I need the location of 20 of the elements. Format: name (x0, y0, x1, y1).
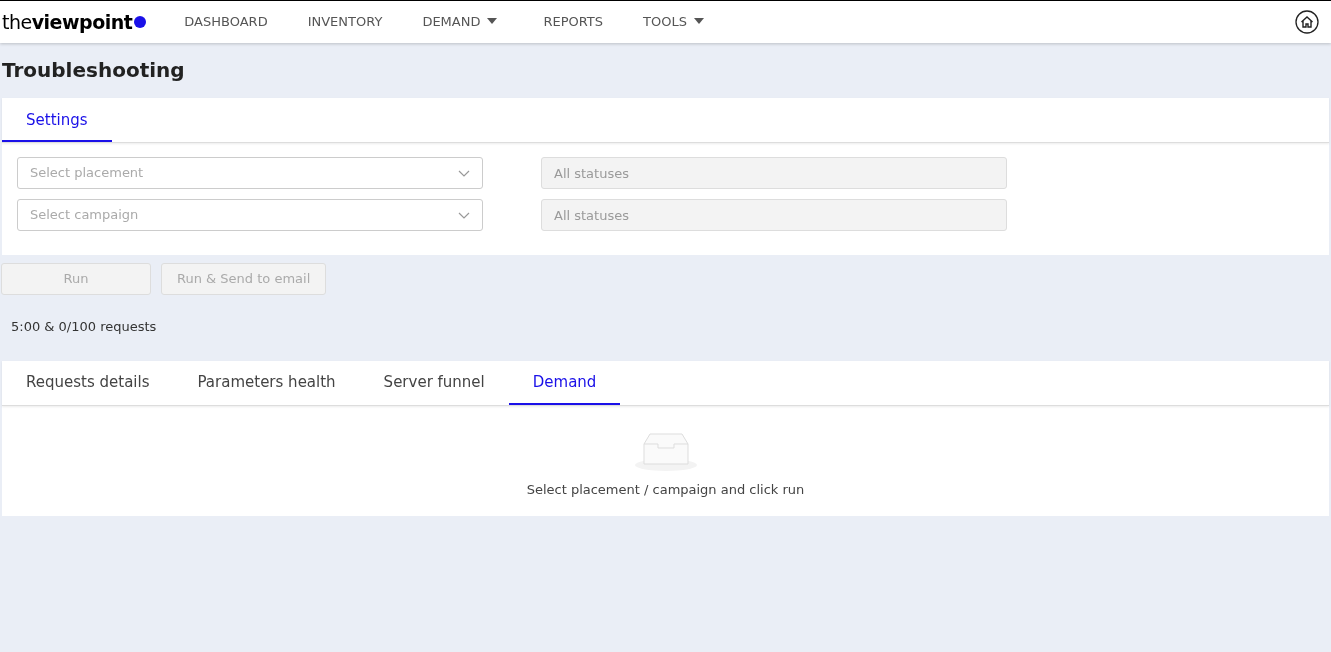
tab[interactable]: Parameters health (173, 371, 360, 405)
nav-link[interactable]: TOOLS (643, 12, 704, 32)
nav-link[interactable]: REPORTS (543, 12, 604, 32)
request-quota: 5:00 & 0/100 requests (11, 318, 157, 336)
tab[interactable]: Settings (2, 108, 112, 142)
home-icon[interactable] (1295, 10, 1319, 34)
nav-link[interactable]: INVENTORY (307, 12, 383, 32)
tab[interactable]: Server funnel (359, 371, 509, 405)
empty-message: Select placement / campaign and click run (526, 480, 805, 499)
caret-icon (487, 18, 498, 25)
nav-link[interactable]: DEMAND (422, 12, 498, 32)
caret-icon (693, 18, 704, 25)
logo: theviewpoint (2, 9, 133, 35)
chevron-down-icon (458, 169, 470, 177)
tab[interactable]: Requests details (2, 371, 174, 405)
nav-link[interactable]: DASHBOARD (184, 12, 268, 32)
logo-dot-icon (134, 16, 147, 28)
chevron-down-icon (458, 211, 470, 219)
tab[interactable]: Demand (508, 371, 621, 405)
page-title: Troubleshooting (2, 57, 186, 84)
